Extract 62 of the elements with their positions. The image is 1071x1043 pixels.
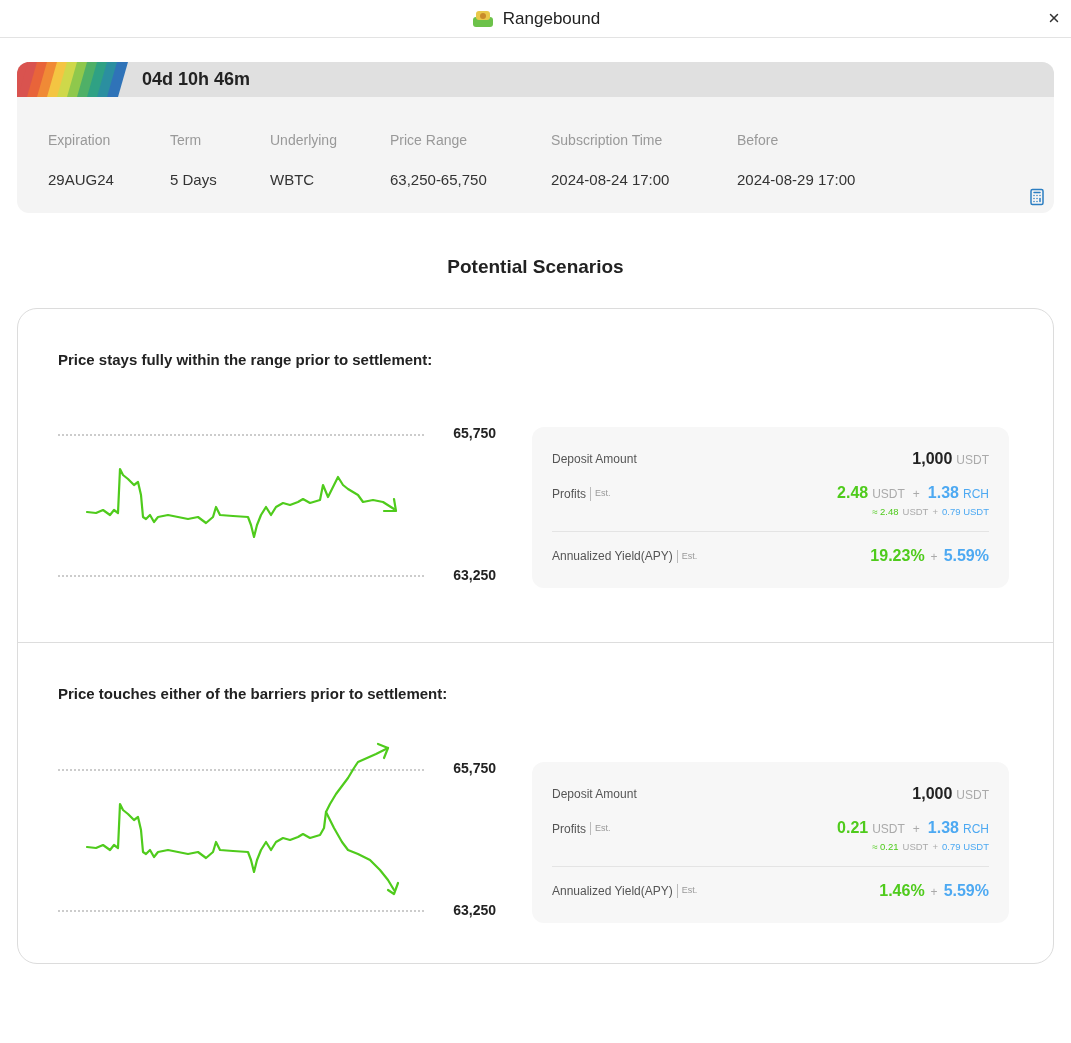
estimate-tag: Est. <box>676 549 698 563</box>
base-apy: 1.46% <box>879 880 925 901</box>
section-title: Potential Scenarios <box>446 255 625 279</box>
currency-unit: USDT <box>956 452 989 469</box>
detail-value: 63,250-65,750 <box>390 170 488 190</box>
usdt-profit: 0.21 <box>837 817 869 838</box>
estimate-tag: Est. <box>590 821 611 836</box>
scenario-title: Price touches either of the barriers prior to settlement: <box>58 684 449 704</box>
upper-barrier-label: 65,750 <box>453 424 496 443</box>
usdt-profit: 2.48 <box>837 483 869 503</box>
detail-label: Expiration <box>48 131 112 150</box>
countdown-timer: 04d 10h 46m <box>142 68 251 91</box>
approx-usdt: ≈ 0.21 <box>872 839 899 854</box>
scenario-title: Price stays fully within the range prior to settlement: <box>58 349 434 370</box>
apy-label: Annualized Yield(APY) <box>552 882 673 900</box>
rch-profit: 1.38 <box>927 817 959 838</box>
upper-barrier-label: 65,750 <box>453 758 496 778</box>
detail-label: Price Range <box>390 131 469 150</box>
currency-unit: USDT <box>902 839 929 854</box>
detail-label: Underlying <box>270 131 338 150</box>
approx-rch-value: 0.79 USDT <box>942 505 989 519</box>
plus-sign: + <box>932 839 938 854</box>
approx-rch-value: 0.79 USDT <box>942 839 989 854</box>
calculator-icon[interactable] <box>1028 187 1046 206</box>
estimate-tag: Est. <box>676 884 698 898</box>
currency-unit: USDT <box>872 486 905 503</box>
plus-sign: + <box>912 486 920 503</box>
plus-sign: + <box>912 820 920 838</box>
apy-label: Annualized Yield(APY) <box>552 548 673 566</box>
rch-profit: 1.38 <box>927 483 959 503</box>
detail-value: WBTC <box>270 170 316 190</box>
window-title: Rangebound <box>502 7 601 30</box>
detail-label: Subscription Time <box>551 131 664 150</box>
plus-sign: + <box>932 505 938 519</box>
plus-sign: + <box>930 549 938 567</box>
profits-label: Profits <box>552 486 586 503</box>
deposit-amount: 1,000 <box>912 449 953 469</box>
detail-value: 2024-08-24 17:00 <box>551 170 671 190</box>
lower-barrier-label: 63,250 <box>453 566 496 585</box>
detail-value: 2024-08-29 17:00 <box>737 170 857 190</box>
bonus-apy: 5.59% <box>943 546 989 567</box>
deposit-label: Deposit Amount <box>552 785 637 803</box>
base-apy: 19.23% <box>870 546 925 567</box>
detail-value: 5 Days <box>170 170 218 190</box>
currency-unit: RCH <box>963 820 989 838</box>
profits-label: Profits <box>552 820 586 838</box>
plus-sign: + <box>930 883 938 901</box>
approx-usdt: ≈ 2.48 <box>872 505 899 519</box>
detail-value: 29AUG24 <box>48 170 115 190</box>
estimate-tag: Est. <box>590 487 611 501</box>
deposit-amount: 1,000 <box>912 783 953 804</box>
close-button[interactable] <box>1047 11 1061 25</box>
currency-unit: USDT <box>956 786 989 804</box>
currency-unit: USDT <box>872 820 905 838</box>
deposit-label: Deposit Amount <box>552 451 637 468</box>
currency-unit: RCH <box>963 486 989 503</box>
detail-label: Before <box>737 131 780 150</box>
lower-barrier-label: 63,250 <box>453 900 496 920</box>
currency-unit: USDT <box>902 505 929 519</box>
bonus-apy: 5.59% <box>943 880 989 901</box>
logo-icon <box>470 8 495 29</box>
detail-label: Term <box>170 131 203 150</box>
